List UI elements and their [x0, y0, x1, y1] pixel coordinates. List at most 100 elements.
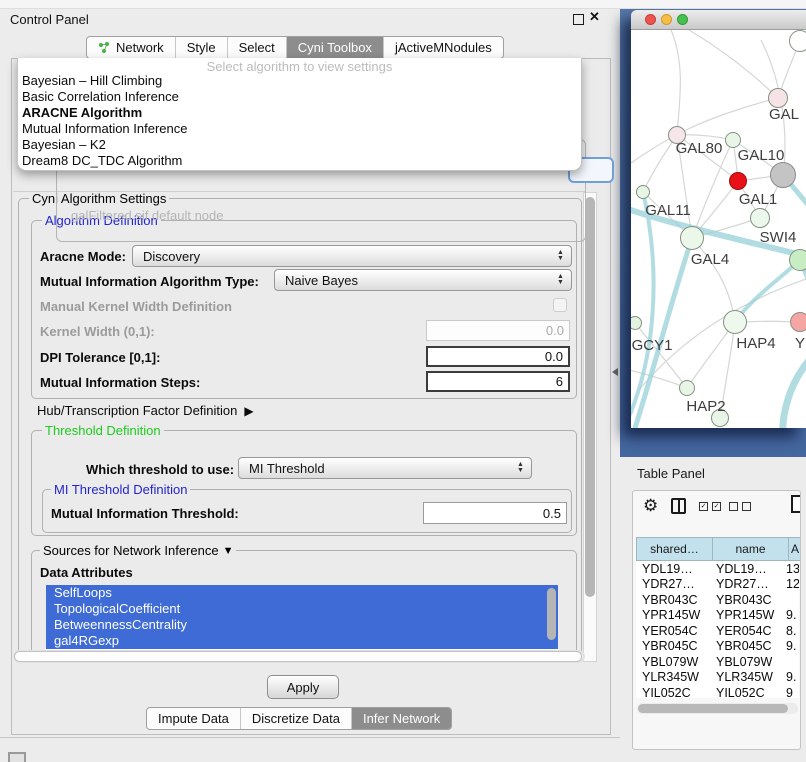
- close-icon[interactable]: ✕: [589, 9, 600, 25]
- attribute-item-betweennesscentrality[interactable]: BetweennessCentrality: [46, 617, 558, 633]
- apply-button[interactable]: Apply: [267, 675, 339, 699]
- tab-cyni-toolbox-label: Cyni Toolbox: [298, 40, 372, 55]
- node-label: GAL4: [678, 251, 742, 268]
- tab-network[interactable]: Network: [87, 37, 176, 58]
- zoom-traffic-light[interactable]: [677, 14, 688, 25]
- tab-impute-data[interactable]: Impute Data: [147, 708, 241, 729]
- minimized-panel-icon[interactable]: [8, 752, 26, 762]
- aracne-mode-label: Aracne Mode:: [40, 249, 126, 264]
- column-header-cut[interactable]: A: [788, 537, 801, 561]
- hub-definition-label: Hub/Transcription Factor Definition: [37, 403, 237, 418]
- attribute-item-selfloops[interactable]: SelfLoops: [46, 585, 558, 601]
- dropdown-item-bayesian-hill[interactable]: Bayesian – Hill Climbing: [18, 73, 581, 89]
- function-builder-icon[interactable]: [791, 495, 801, 513]
- node-label: Y: [795, 335, 806, 352]
- tab-style[interactable]: Style: [176, 37, 228, 58]
- aracne-mode-value: Discovery: [143, 249, 553, 264]
- table-row[interactable]: YBL079WYBL079W: [636, 654, 799, 670]
- node-label: GAL11: [636, 202, 700, 219]
- network-node-y[interactable]: [790, 312, 806, 332]
- dpi-tolerance-label: DPI Tolerance [0,1]:: [40, 350, 160, 365]
- algorithm-dropdown-popup: Select algorithm to view settings Bayesi…: [17, 58, 582, 171]
- aracne-mode-combo[interactable]: Discovery ▲▼: [132, 245, 572, 267]
- which-threshold-combo[interactable]: MI Threshold ▲▼: [238, 457, 532, 479]
- dpi-tolerance-field[interactable]: 0.0: [426, 346, 570, 367]
- table-rows: YDL19…YDL19…13 YDR27…YDR27…12 YBR043CYBR…: [636, 561, 799, 698]
- settings-vertical-scrollbar[interactable]: [583, 192, 597, 662]
- dropdown-item-aracne[interactable]: ARACNE Algorithm: [18, 105, 581, 121]
- table-row[interactable]: YLR345WYLR345W9.: [636, 670, 799, 686]
- threshold-definition-group: Threshold Definition Which threshold to …: [31, 430, 577, 536]
- node-label: GAL1: [726, 191, 790, 208]
- close-traffic-light[interactable]: [645, 14, 656, 25]
- collapse-right-icon: ▶: [244, 404, 253, 418]
- column-header-shared-name[interactable]: shared…: [636, 537, 713, 561]
- network-node-selected-red[interactable]: [729, 172, 747, 190]
- columns-icon[interactable]: [671, 498, 686, 514]
- hub-definition-toggle[interactable]: Hub/Transcription Factor Definition ▶: [37, 403, 254, 418]
- table-row[interactable]: YER054CYER054C8.: [636, 623, 799, 639]
- checked-box-icon: ✓: [699, 502, 708, 511]
- network-node-gal[interactable]: [768, 88, 788, 108]
- network-node-gal4[interactable]: [680, 226, 704, 250]
- tab-style-label: Style: [187, 40, 216, 55]
- attribute-list-scrollbar[interactable]: [547, 588, 556, 640]
- table-row[interactable]: YIL052CYIL052C9: [636, 685, 799, 698]
- spinner-arrows-icon: ▲▼: [553, 250, 568, 262]
- attribute-item-topologicalcoefficient[interactable]: TopologicalCoefficient: [46, 601, 558, 617]
- mi-threshold-field[interactable]: 0.5: [423, 502, 567, 524]
- expand-down-icon[interactable]: ▼: [223, 545, 234, 557]
- data-attributes-label: Data Attributes: [40, 565, 133, 580]
- network-node-hap4[interactable]: [723, 310, 747, 334]
- data-attributes-list: SelfLoops TopologicalCoefficient Between…: [46, 585, 558, 653]
- network-node-gal11[interactable]: [636, 185, 650, 199]
- node-label: GAL80: [667, 140, 731, 157]
- table-row[interactable]: YBR045CYBR045C9.: [636, 639, 799, 655]
- tab-infer-network[interactable]: Infer Network: [352, 708, 451, 729]
- float-window-icon[interactable]: [573, 14, 584, 25]
- sources-group-title: Sources for Network Inference: [43, 543, 219, 558]
- dropdown-item-bayesian-k2[interactable]: Bayesian – K2: [18, 137, 581, 153]
- table-horizontal-scrollbar[interactable]: [637, 703, 798, 714]
- control-panel-window: Control Panel ✕ Network Style Select Cyn…: [0, 0, 620, 738]
- table-scrollbar-thumb[interactable]: [638, 704, 788, 713]
- network-window-titlebar[interactable]: [631, 10, 806, 30]
- deselect-all-checkboxes-icon[interactable]: [729, 502, 751, 511]
- horizontal-scrollbar-thumb[interactable]: [14, 651, 582, 662]
- network-canvas[interactable]: GAL GAL80 GAL10 GAL1 GAL11 GAL4 SWI4 GCY…: [631, 30, 806, 428]
- tab-discretize-data[interactable]: Discretize Data: [241, 708, 352, 729]
- mi-threshold-group-title: MI Threshold Definition: [54, 482, 187, 497]
- table-row[interactable]: YDR27…YDR27…12: [636, 577, 799, 593]
- split-pane-collapse-handle[interactable]: [612, 368, 618, 376]
- network-node-gal1[interactable]: [750, 208, 770, 228]
- minimize-traffic-light[interactable]: [661, 14, 672, 25]
- column-header-name[interactable]: name: [712, 537, 789, 561]
- network-node-swi4[interactable]: [789, 249, 806, 271]
- network-node-hap2[interactable]: [679, 380, 695, 396]
- tab-select[interactable]: Select: [228, 37, 287, 58]
- table-row[interactable]: YBR043CYBR043C: [636, 592, 799, 608]
- attribute-item-gal4rgexp[interactable]: gal4RGexp: [46, 633, 558, 649]
- mi-threshold-label: Mutual Information Threshold:: [51, 506, 239, 521]
- tab-cyni-toolbox[interactable]: Cyni Toolbox: [287, 37, 384, 58]
- kernel-width-field[interactable]: 0.0: [426, 320, 570, 341]
- dropdown-item-dream8[interactable]: Dream8 DC_TDC Algorithm: [18, 153, 581, 169]
- dropdown-item-mutual-information[interactable]: Mutual Information Inference: [18, 121, 581, 137]
- network-node[interactable]: [789, 30, 806, 52]
- vertical-scrollbar-thumb[interactable]: [585, 197, 595, 597]
- table-row[interactable]: YPR145WYPR145W9.: [636, 608, 799, 624]
- node-label: GCY1: [631, 337, 684, 354]
- select-all-checkboxes-icon[interactable]: ✓ ✓: [699, 502, 721, 511]
- table-row[interactable]: YDL19…YDL19…13: [636, 561, 799, 577]
- mi-steps-field[interactable]: 6: [426, 371, 570, 392]
- settings-horizontal-scrollbar[interactable]: [13, 650, 585, 663]
- dropdown-item-basic-correlation[interactable]: Basic Correlation Inference: [18, 89, 581, 105]
- tab-jactivemnodules[interactable]: jActiveMNodules: [384, 37, 503, 58]
- gear-icon[interactable]: ⚙: [643, 496, 658, 516]
- network-node-gray[interactable]: [770, 162, 796, 188]
- manual-kernel-checkbox[interactable]: [553, 298, 567, 312]
- mi-type-combo[interactable]: Naive Bayes ▲▼: [274, 269, 572, 291]
- spinner-arrows-icon: ▲▼: [553, 274, 568, 286]
- node-label: GAL: [769, 106, 806, 123]
- tab-infer-network-label: Infer Network: [363, 711, 440, 726]
